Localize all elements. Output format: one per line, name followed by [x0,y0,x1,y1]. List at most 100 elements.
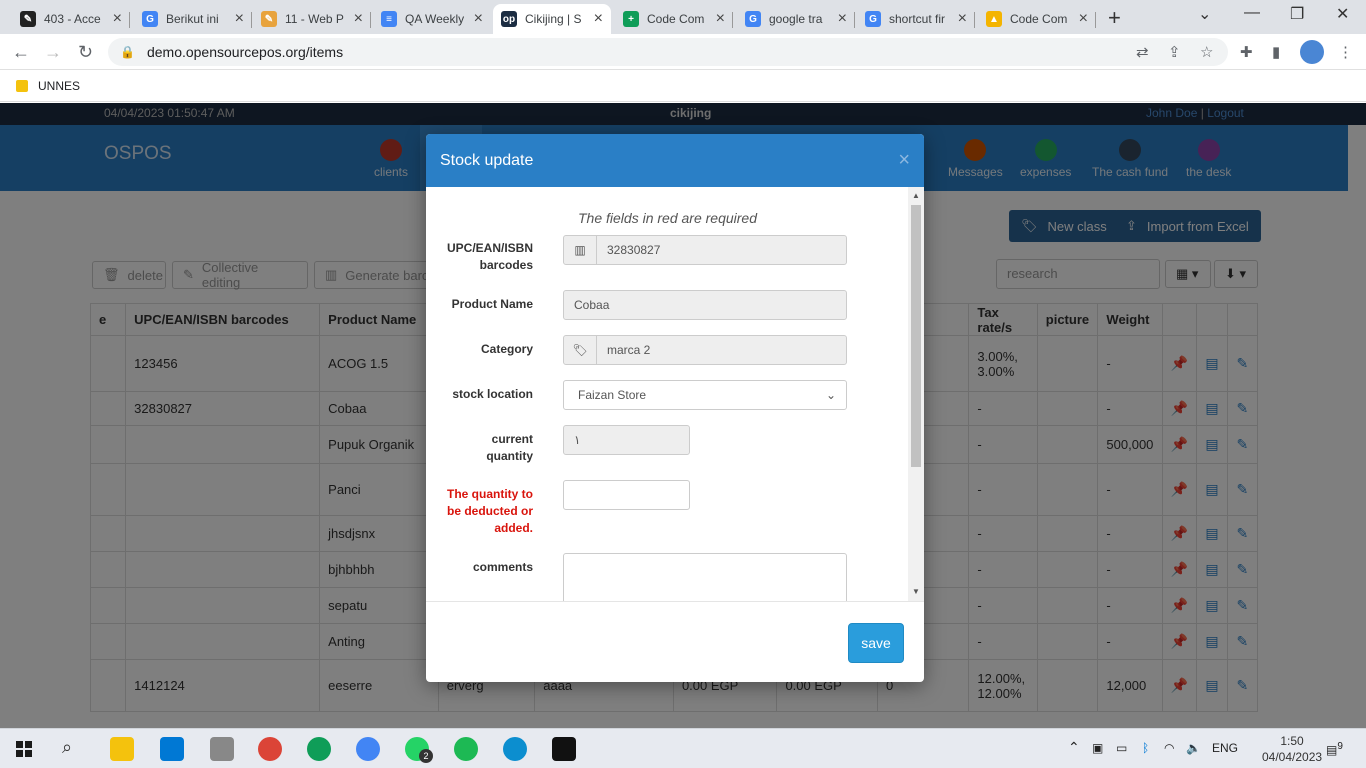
chevron-up-icon[interactable]: ⌃ [1068,739,1080,756]
bluetooth-icon[interactable]: ᛒ [1142,741,1149,755]
stock-location-select[interactable]: Faizan Store ⌄ [563,380,847,410]
tab-close-icon[interactable]: × [838,10,847,28]
chrome-profile3-icon[interactable] [356,737,380,761]
tab-close-icon[interactable]: × [716,10,725,28]
product-name-field: Cobaa [563,290,847,320]
profile-avatar[interactable] [1300,40,1324,64]
tab-close-icon[interactable]: × [1079,10,1088,28]
browser-tab[interactable]: ✎ 11 - Web P × [253,4,371,34]
whatsapp-badge: 2 [419,749,433,763]
product-name-label: Product Name [451,297,533,311]
volume-icon[interactable]: 🔈 [1186,741,1201,755]
spotify-icon[interactable] [454,737,478,761]
chrome-profile2-icon[interactable] [307,737,331,761]
tab-title: 403 - Acce [44,12,101,26]
comments-textarea[interactable] [563,553,847,601]
clock[interactable]: 1:50 04/04/2023 [1262,733,1322,765]
tab-favicon-icon: G [142,11,158,27]
browser-tab[interactable]: ≡ QA Weekly × [373,4,491,34]
notification-icon[interactable]: ▤9 [1326,741,1343,757]
tab-close-icon[interactable]: × [354,10,363,28]
minimize-button[interactable]: — [1244,4,1260,22]
browser-tab[interactable]: op Cikijing | S × [493,4,611,34]
tab-close-icon[interactable]: × [113,10,122,28]
scroll-down-icon[interactable]: ▼ [912,587,920,596]
category-value: marca 2 [607,343,651,357]
forward-icon[interactable]: → [44,42,62,63]
tab-title: 11 - Web P [285,12,344,26]
share-icon[interactable]: ⇪ [1168,43,1181,61]
language-indicator[interactable]: ENG [1212,741,1238,755]
category-label: Category [480,342,533,356]
bookmarks-bar: UNNES [0,70,1366,102]
tab-title: google tra [769,12,823,26]
modal-body: The fields in red are required UPC/EAN/I… [426,187,924,601]
file-explorer-icon[interactable] [110,737,134,761]
tab-favicon-icon: ✎ [261,11,277,27]
stock-location-label: stock location [452,387,533,401]
current-quantity-value: ١ [574,433,581,447]
barcode-field: ▥ 32830827 [563,235,847,265]
browser-tab[interactable]: Ggoogle tra × [737,4,855,34]
required-note: The fields in red are required [578,210,757,226]
star-icon[interactable]: ☆ [1200,43,1213,61]
browser-tab[interactable]: ▲ Code Com × [978,4,1096,34]
tab-close-icon[interactable]: × [474,10,483,28]
edge-icon[interactable] [503,737,527,761]
tab-close-icon[interactable]: × [594,10,603,28]
modal-header: Stock update × [426,134,924,187]
product-name-value: Cobaa [574,298,610,312]
stock-update-modal: Stock update × The fields in red are req… [426,134,924,682]
tab-title: Code Com [647,12,705,26]
start-button[interactable] [16,741,32,757]
chrome-icon[interactable] [258,737,282,761]
browser-tab[interactable]: + Code Com × [615,4,733,34]
browser-tab[interactable]: G Berikut ini × [134,4,252,34]
menu-icon[interactable]: ⋮ [1338,43,1353,61]
tab-search-icon[interactable]: ⌄ [1198,4,1211,24]
modal-close-button[interactable]: × [898,149,910,172]
close-window-button[interactable]: ✕ [1336,4,1349,24]
tab-close-icon[interactable]: × [958,10,967,28]
browser-tab[interactable]: ✎ 403 - Acce × [12,4,130,34]
stock-location-value: Faizan Store [578,388,647,402]
tab-title: shortcut fir [889,12,946,26]
browser-tab[interactable]: Gshortcut fir × [857,4,975,34]
search-icon[interactable]: ⌕ [62,737,72,758]
side-panel-icon[interactable]: ▮ [1272,43,1280,61]
translate-icon[interactable]: ⇄ [1136,43,1149,61]
notification-count: 9 [1337,741,1343,752]
modal-title: Stock update [440,151,534,169]
category-field: 🏷 marca 2 [563,335,847,365]
new-tab-button[interactable]: + [1108,5,1121,31]
store-icon[interactable] [160,737,184,761]
modal-scrollbar[interactable]: ▲ ▼ [908,187,924,601]
back-icon[interactable]: ← [12,42,30,63]
save-button[interactable]: save [848,623,904,663]
address-bar-row: ← → ↻ 🔒 demo.opensourcepos.org/items ⇄ ⇪… [0,34,1366,70]
reload-icon[interactable]: ↻ [78,42,93,63]
battery-icon[interactable]: ▭ [1116,741,1127,755]
clock-time: 1:50 [1280,734,1304,748]
scroll-up-icon[interactable]: ▲ [912,191,920,200]
bookmark-unnes[interactable]: UNNES [38,79,80,93]
extensions-icon[interactable]: ✚ [1240,43,1253,61]
tab-favicon-icon: op [501,11,517,27]
quantity-change-input[interactable] [563,480,690,510]
maximize-button[interactable]: ❐ [1290,4,1304,24]
windows-taskbar: ⌕ 2 ⌃ ▣ ▭ ᛒ ◠ 🔈 ENG 1:50 04/04/2023 ▤9 [0,728,1366,768]
tab-title: Berikut ini [166,12,219,26]
current-quantity-field: ١ [563,425,690,455]
tab-favicon-icon: ▲ [986,11,1002,27]
meet-icon[interactable]: ▣ [1092,741,1103,755]
whatsapp-icon[interactable]: 2 [405,737,433,763]
mic-app-icon[interactable] [210,737,234,761]
browser-tab-strip: ✎ 403 - Acce × G Berikut ini × ✎ 11 - Web P × ≡ QA… [0,0,1366,34]
tab-close-icon[interactable]: × [235,10,244,28]
code-app-icon[interactable] [552,737,576,761]
chevron-down-icon: ⌄ [825,388,836,402]
wifi-icon[interactable]: ◠ [1164,741,1174,755]
scroll-thumb[interactable] [911,205,921,467]
clock-date: 04/04/2023 [1262,750,1323,764]
url-field[interactable]: 🔒 demo.opensourcepos.org/items [108,38,1228,66]
